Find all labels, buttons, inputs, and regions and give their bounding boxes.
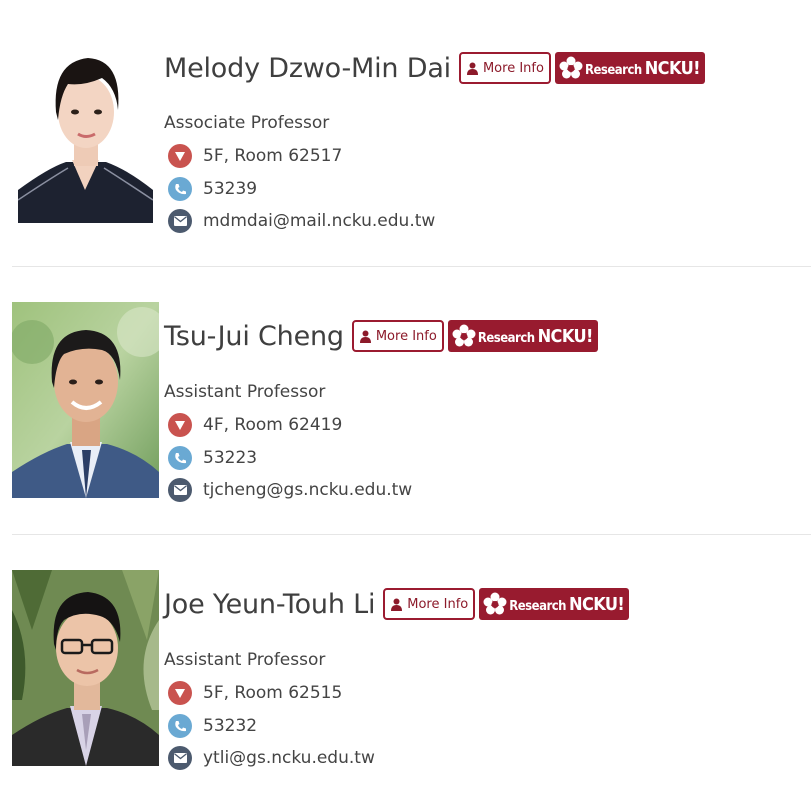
phone-row: 53232 xyxy=(168,714,257,738)
more-info-label: More Info xyxy=(482,60,544,76)
email-row: ytli@gs.ncku.edu.tw xyxy=(168,746,375,770)
email-row: tjcheng@gs.ncku.edu.tw xyxy=(168,478,412,502)
faculty-name[interactable]: Melody Dzwo-Min Dai xyxy=(164,53,451,84)
more-info-button[interactable]: More Info xyxy=(383,588,476,620)
name-row: Melody Dzwo-Min Dai More Info Research N… xyxy=(164,52,705,84)
research-ncku-button[interactable]: Research NCKU! xyxy=(447,320,598,352)
faculty-photo[interactable] xyxy=(12,570,159,766)
faculty-photo[interactable] xyxy=(18,40,153,223)
phone-text: 53232 xyxy=(203,716,258,736)
phone-row: 53239 xyxy=(168,177,257,201)
phone-icon xyxy=(168,446,192,470)
divider xyxy=(12,266,811,267)
email-link[interactable]: ytli@gs.ncku.edu.tw xyxy=(203,748,375,768)
flower-logo-icon xyxy=(559,56,583,79)
user-icon xyxy=(359,330,371,343)
ncku-label: NCKU! xyxy=(569,593,625,615)
more-info-label: More Info xyxy=(375,328,437,344)
research-ncku-button[interactable]: Research NCKU! xyxy=(479,588,630,620)
divider xyxy=(12,534,811,535)
location-pin-icon xyxy=(168,144,192,168)
office-row: 5F, Room 62515 xyxy=(168,681,342,705)
research-label: Research xyxy=(509,598,566,614)
ncku-label: NCKU! xyxy=(644,57,701,79)
email-link[interactable]: mdmdai@mail.ncku.edu.tw xyxy=(203,211,435,231)
user-icon xyxy=(466,62,478,75)
office-row: 4F, Room 62419 xyxy=(168,413,342,437)
name-row: Tsu-Jui Cheng More Info Research NCKU! xyxy=(164,320,598,352)
research-label: Research xyxy=(477,330,535,346)
phone-row: 53223 xyxy=(168,446,257,470)
location-pin-icon xyxy=(168,413,192,437)
email-row: mdmdai@mail.ncku.edu.tw xyxy=(168,209,435,233)
more-info-button[interactable]: More Info xyxy=(351,320,444,352)
flower-logo-icon xyxy=(483,592,507,615)
faculty-name[interactable]: Tsu-Jui Cheng xyxy=(164,321,344,352)
name-row: Joe Yeun-Touh Li More Info Research NCKU… xyxy=(164,588,630,620)
phone-text: 53239 xyxy=(203,179,258,199)
research-label: Research xyxy=(584,62,642,78)
user-icon xyxy=(391,598,403,611)
more-info-label: More Info xyxy=(407,596,469,612)
faculty-title: Associate Professor xyxy=(164,113,330,133)
envelope-icon xyxy=(168,746,192,770)
more-info-button[interactable]: More Info xyxy=(458,52,551,84)
faculty-title: Assistant Professor xyxy=(164,650,326,670)
faculty-photo[interactable] xyxy=(12,302,159,498)
office-text: 5F, Room 62515 xyxy=(203,683,343,703)
email-link[interactable]: tjcheng@gs.ncku.edu.tw xyxy=(203,480,412,500)
envelope-icon xyxy=(168,478,192,502)
ncku-label: NCKU! xyxy=(537,325,594,347)
phone-icon xyxy=(168,177,192,201)
research-ncku-button[interactable]: Research NCKU! xyxy=(554,52,705,84)
envelope-icon xyxy=(168,209,192,233)
office-row: 5F, Room 62517 xyxy=(168,144,342,168)
faculty-name[interactable]: Joe Yeun-Touh Li xyxy=(164,589,375,620)
phone-icon xyxy=(168,714,192,738)
phone-text: 53223 xyxy=(203,448,258,468)
faculty-title: Assistant Professor xyxy=(164,382,326,402)
office-text: 5F, Room 62517 xyxy=(203,146,343,166)
flower-logo-icon xyxy=(452,324,476,347)
office-text: 4F, Room 62419 xyxy=(203,415,343,435)
location-pin-icon xyxy=(168,681,192,705)
